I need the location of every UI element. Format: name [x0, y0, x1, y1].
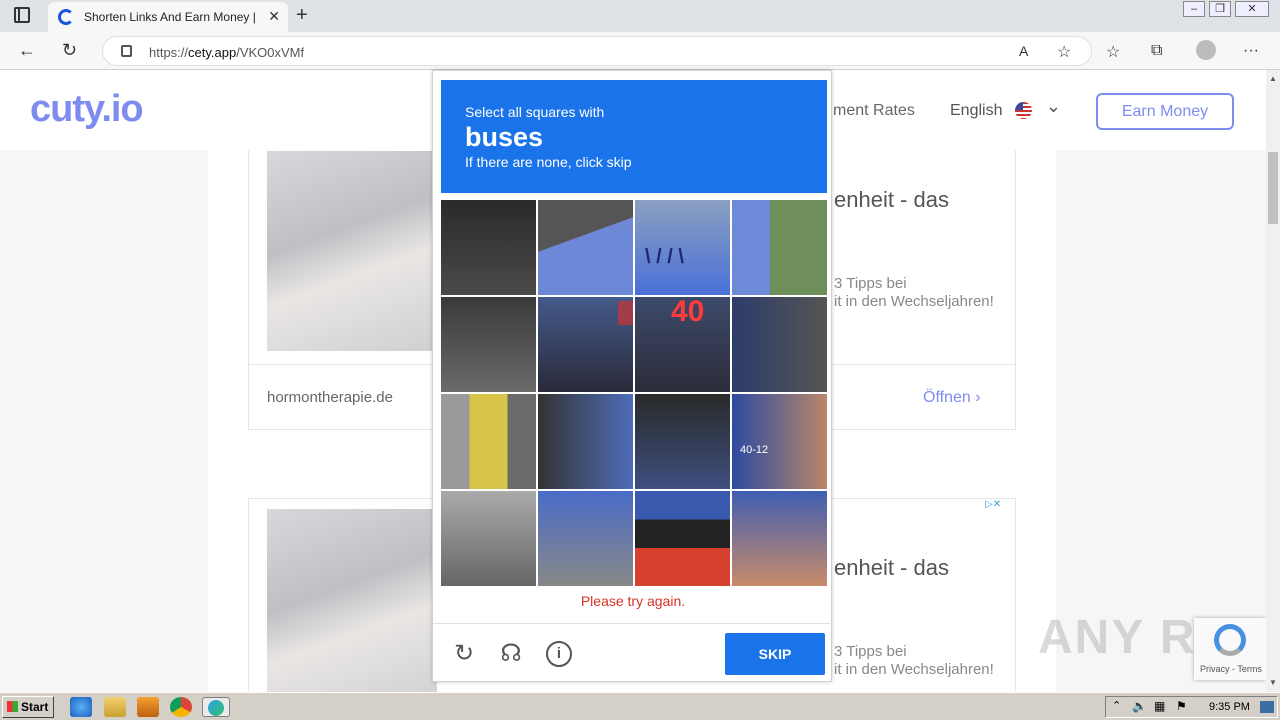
ad-subtitle-2: it in den Wechseljahren! — [834, 293, 994, 310]
nav-payment-rates[interactable]: ment Rates — [833, 102, 915, 120]
address-toolbar: ← ↻ https://cety.app/VKO0xVMf A ☆ ☆ ⧉ ··… — [0, 32, 1280, 70]
tab-title: Shorten Links And Earn Money | c — [84, 10, 259, 24]
captcha-tile[interactable] — [635, 394, 730, 489]
ad-headline: enheit - das — [834, 187, 949, 212]
reload-icon[interactable]: ↻ — [451, 641, 477, 667]
clock: 9:35 PM — [1209, 701, 1250, 713]
bus-number-display: 40 — [671, 297, 705, 328]
captcha-error-message: Please try again. — [580, 593, 686, 609]
captcha-header: Select all squares with buses If there a… — [441, 80, 827, 193]
language-selector-label[interactable]: English — [950, 102, 1002, 120]
scroll-up-icon[interactable]: ▲ — [1269, 74, 1277, 83]
captcha-tile[interactable] — [441, 491, 536, 586]
us-flag-icon — [1015, 102, 1032, 119]
ad-headline: enheit - das — [834, 555, 949, 580]
address-bar[interactable]: https://cety.app/VKO0xVMf A ☆ — [102, 36, 1092, 66]
bus-plate: 40-12 — [740, 444, 769, 456]
window-close-icon[interactable]: ✕ — [1235, 1, 1269, 17]
adchoices-icon[interactable]: ▷✕ — [985, 499, 1001, 510]
show-desktop-icon[interactable] — [1260, 701, 1274, 713]
tab-list-icon[interactable] — [14, 7, 30, 23]
info-icon[interactable]: i — [546, 641, 572, 667]
system-tray: ⌃ 🔈 ▦ ⚑ 9:35 PM — [1105, 696, 1278, 718]
captcha-tile[interactable]: 40-12 — [732, 394, 827, 489]
captcha-grid: \ / / \ 40 40-12 — [441, 200, 827, 586]
lock-icon — [121, 45, 132, 57]
edge-icon — [208, 700, 224, 716]
back-icon[interactable]: ← — [18, 40, 36, 61]
scroll-thumb[interactable] — [1268, 152, 1278, 224]
captcha-tile[interactable] — [732, 297, 827, 392]
captcha-target: buses — [465, 122, 544, 152]
taskbar: Start ⌃ 🔈 ▦ ⚑ 9:35 PM — [0, 692, 1280, 720]
favorites-icon[interactable]: ☆ — [1106, 42, 1120, 62]
captcha-tile[interactable] — [441, 394, 536, 489]
start-button[interactable]: Start — [2, 696, 54, 718]
collections-icon[interactable]: ⧉ — [1151, 42, 1162, 60]
captcha-tile[interactable] — [732, 200, 827, 295]
volume-icon[interactable]: 🔈 — [1132, 699, 1147, 713]
site-favicon-icon — [58, 9, 74, 25]
ad-open-link[interactable]: Öffnen › — [923, 389, 981, 407]
ad-domain: hormontherapie.de — [267, 389, 393, 406]
captcha-tile[interactable] — [441, 200, 536, 295]
captcha-tile[interactable] — [538, 491, 633, 586]
profile-avatar-icon[interactable] — [1196, 40, 1216, 60]
captcha-tile[interactable] — [538, 394, 633, 489]
page-scrollbar[interactable]: ▲ ▼ — [1266, 70, 1280, 692]
captcha-challenge: Select all squares with buses If there a… — [432, 70, 833, 683]
captcha-instruction: Select all squares with — [465, 104, 605, 120]
edge-taskbar-button[interactable] — [202, 697, 230, 717]
chevron-down-icon[interactable]: ⌄ — [1046, 96, 1061, 117]
ad-image — [267, 151, 437, 351]
captcha-tile[interactable] — [538, 200, 633, 295]
captcha-tile[interactable] — [538, 297, 633, 392]
refresh-icon[interactable]: ↻ — [62, 40, 77, 61]
captcha-tile[interactable]: 40 — [635, 297, 730, 392]
skip-button[interactable]: SKIP — [725, 633, 825, 675]
read-aloud-icon[interactable]: A — [1019, 43, 1028, 59]
restore-icon[interactable]: ❐ — [1209, 1, 1231, 17]
site-logo[interactable]: cuty.io — [30, 88, 144, 131]
media-player-icon[interactable] — [137, 697, 159, 717]
browser-tab[interactable]: Shorten Links And Earn Money | c ✕ — [48, 2, 288, 32]
recaptcha-logo-icon — [1214, 624, 1246, 656]
captcha-hint: If there are none, click skip — [465, 154, 632, 170]
ad-image — [267, 509, 437, 692]
headphones-icon[interactable]: ☊ — [498, 641, 524, 667]
network-icon[interactable]: ▦ — [1154, 699, 1165, 713]
flag-icon[interactable]: ⚑ — [1176, 699, 1187, 713]
earn-money-button[interactable]: Earn Money — [1096, 93, 1234, 130]
scroll-down-icon[interactable]: ▼ — [1269, 678, 1277, 687]
tab-close-icon[interactable]: ✕ — [268, 8, 280, 25]
new-tab-icon[interactable]: + — [296, 4, 308, 27]
tray-expand-icon[interactable]: ⌃ — [1112, 699, 1121, 712]
explorer-folder-icon[interactable] — [104, 697, 126, 717]
url-text: https://cety.app/VKO0xVMf — [149, 45, 305, 60]
tab-bar: Shorten Links And Earn Money | c ✕ + – ❐… — [0, 0, 1280, 32]
captcha-tile[interactable] — [441, 297, 536, 392]
chrome-icon[interactable] — [170, 697, 192, 717]
ad-subtitle-1: 3 Tipps bei — [834, 643, 907, 660]
captcha-tile[interactable]: \ / / \ — [635, 200, 730, 295]
ad-subtitle-2: it in den Wechseljahren! — [834, 661, 994, 678]
add-favorite-icon[interactable]: ☆ — [1057, 42, 1071, 62]
ie-icon[interactable] — [70, 697, 92, 717]
minimize-icon[interactable]: – — [1183, 1, 1205, 17]
captcha-tile[interactable] — [635, 491, 730, 586]
ad-subtitle-1: 3 Tipps bei — [834, 275, 907, 292]
recaptcha-badge[interactable]: Privacy - Terms — [1194, 618, 1266, 680]
more-menu-icon[interactable]: ··· — [1243, 42, 1259, 60]
captcha-footer: ↻ ☊ i SKIP — [433, 623, 833, 683]
recaptcha-links[interactable]: Privacy - Terms — [1200, 664, 1262, 674]
captcha-tile[interactable] — [732, 491, 827, 586]
